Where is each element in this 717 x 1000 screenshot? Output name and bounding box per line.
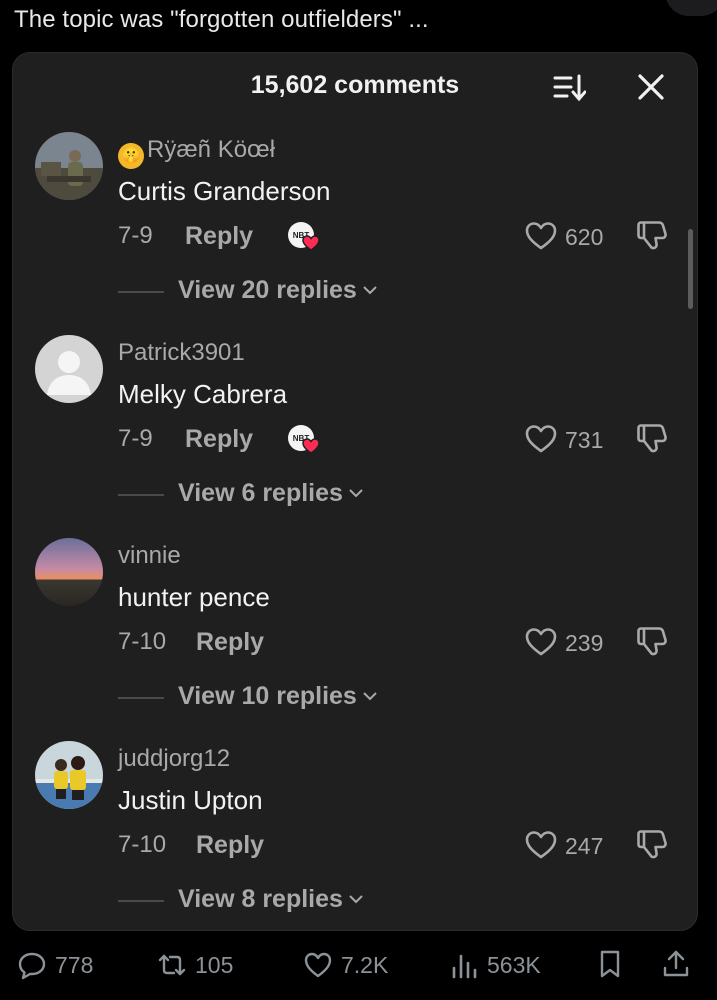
close-icon[interactable]	[635, 71, 667, 103]
comment-date: 7-9	[118, 425, 153, 452]
view-replies-button[interactable]: View 20 replies	[178, 276, 379, 305]
heart-icon[interactable]	[524, 423, 558, 455]
dislike-icon[interactable]	[635, 421, 669, 455]
like-count: 731	[565, 427, 604, 453]
comment-username[interactable]: juddjorg12	[118, 745, 230, 773]
comment-item: vinnie hunter pence 7-10 Reply 239 View …	[13, 538, 697, 738]
comment-username[interactable]: vinnie	[118, 542, 181, 570]
chevron-down-icon	[349, 489, 363, 498]
repost-icon	[158, 954, 186, 976]
corner-decoration	[665, 0, 717, 16]
reply-action[interactable]: 778	[17, 948, 93, 982]
heart-icon[interactable]	[524, 626, 558, 658]
view-replies-label: View 8 replies	[178, 885, 343, 913]
like-count: 620	[565, 224, 604, 250]
view-replies-button[interactable]: View 10 replies	[178, 682, 379, 711]
comment-text: hunter pence	[118, 582, 270, 612]
dislike-icon[interactable]	[635, 218, 669, 252]
heart-icon[interactable]	[524, 220, 558, 252]
replies-divider	[118, 900, 164, 902]
like-count: 247	[565, 833, 604, 859]
bookmark-icon[interactable]	[594, 948, 626, 980]
repost-action[interactable]: 105	[157, 948, 233, 982]
like-total: 7.2K	[341, 951, 389, 978]
like-action[interactable]: 7.2K	[303, 948, 388, 982]
dislike-icon[interactable]	[635, 624, 669, 658]
comments-header: 15,602 comments	[13, 53, 697, 117]
reply-bubble-icon	[18, 952, 46, 980]
replies-divider	[118, 697, 164, 699]
view-replies-label: View 6 replies	[178, 479, 343, 507]
views-action[interactable]: 563K	[449, 948, 541, 982]
comment-item: 🤫 Rÿæñ Köœł Curtis Granderson 7-9 Reply N…	[13, 132, 697, 332]
views-bar-chart-icon	[452, 954, 477, 979]
dislike-icon[interactable]	[635, 827, 669, 861]
view-replies-label: View 10 replies	[178, 682, 357, 710]
repost-count: 105	[195, 951, 234, 978]
heart-icon[interactable]	[524, 829, 558, 861]
avatar[interactable]	[35, 538, 103, 606]
creator-liked-badge-icon: NBT	[288, 425, 320, 454]
replies-divider	[118, 291, 164, 293]
reply-button[interactable]: Reply	[196, 831, 264, 860]
comment-date: 7-10	[118, 628, 167, 655]
sort-icon[interactable]	[552, 73, 586, 103]
view-replies-label: View 20 replies	[178, 276, 357, 304]
share-icon[interactable]	[660, 948, 692, 980]
chevron-down-icon	[363, 286, 377, 295]
post-action-bar: 778 105 7.2K 563K	[0, 940, 717, 990]
avatar[interactable]	[35, 132, 103, 200]
comment-item: juddjorg12 Justin Upton 7-10 Reply 247 V…	[13, 741, 697, 930]
post-caption: The topic was "forgotten outfielders" ..…	[14, 6, 429, 33]
avatar[interactable]	[35, 741, 103, 809]
reply-count: 778	[55, 951, 94, 978]
comment-text: Melky Cabrera	[118, 379, 288, 409]
comment-text: Justin Upton	[118, 785, 263, 815]
comments-panel: 15,602 comments 🤫 Rÿæñ Köœł Curtis Grand…	[12, 52, 698, 931]
chevron-down-icon	[349, 895, 363, 904]
comment-item: Patrick3901 Melky Cabrera 7-9 Reply NBT …	[13, 335, 697, 535]
reply-button[interactable]: Reply	[185, 222, 253, 251]
comment-username[interactable]: Patrick3901	[118, 339, 245, 367]
comment-date: 7-10	[118, 831, 167, 858]
comment-date: 7-9	[118, 222, 153, 249]
heart-icon	[304, 952, 332, 978]
avatar[interactable]	[35, 335, 103, 403]
reply-button[interactable]: Reply	[185, 425, 253, 454]
view-replies-button[interactable]: View 8 replies	[178, 885, 365, 914]
shushing-face-emoji: 🤫	[118, 143, 144, 169]
comments-count-title: 15,602 comments	[250, 71, 460, 99]
chevron-down-icon	[363, 692, 377, 701]
comment-username-text: Rÿæñ Köœł	[147, 136, 276, 163]
reply-button[interactable]: Reply	[196, 628, 264, 657]
view-replies-button[interactable]: View 6 replies	[178, 479, 365, 508]
like-count: 239	[565, 630, 604, 656]
replies-divider	[118, 494, 164, 496]
view-count: 563K	[487, 951, 541, 978]
comment-username[interactable]: 🤫 Rÿæñ Köœł	[118, 136, 275, 169]
comment-text: Curtis Granderson	[118, 176, 331, 206]
creator-liked-badge-icon: NBT	[288, 222, 320, 251]
